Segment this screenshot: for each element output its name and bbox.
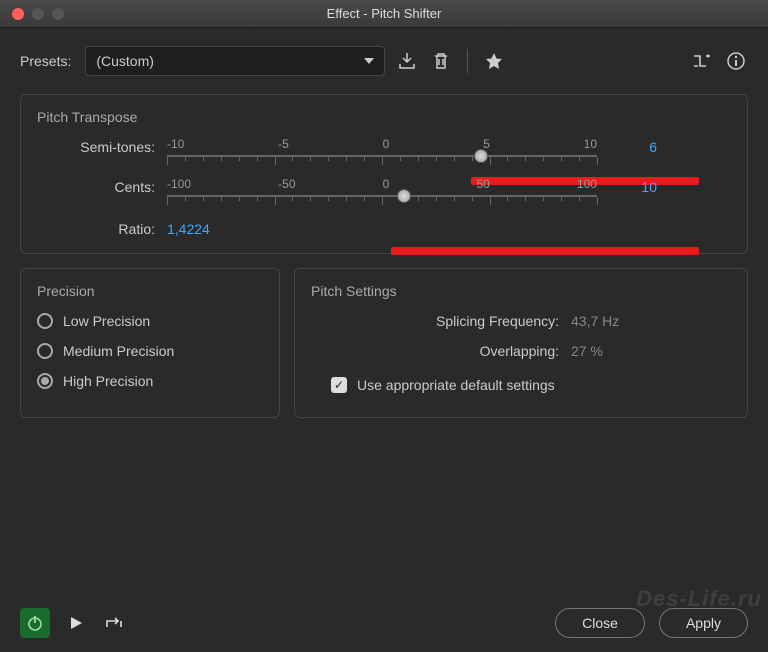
bottom-bar: Close Apply <box>20 608 748 638</box>
pitch-transpose-title: Pitch Transpose <box>37 109 731 125</box>
cents-value[interactable]: 10 <box>597 179 657 195</box>
presets-value: (Custom) <box>96 53 154 69</box>
ratio-label: Ratio: <box>37 221 167 237</box>
apply-button[interactable]: Apply <box>659 608 748 638</box>
close-window-icon[interactable] <box>12 8 24 20</box>
presets-label: Presets: <box>20 53 71 69</box>
info-icon[interactable] <box>724 49 748 73</box>
play-icon[interactable] <box>64 611 88 635</box>
semitones-label: Semi-tones: <box>37 139 167 155</box>
radio-icon <box>37 343 53 359</box>
radio-icon <box>37 313 53 329</box>
ratio-value[interactable]: 1,4224 <box>167 221 210 237</box>
cents-row: Cents: -100 -50 0 50 100 10 <box>37 177 731 197</box>
close-button[interactable]: Close <box>555 608 645 638</box>
semitones-value[interactable]: 6 <box>597 139 657 155</box>
presets-dropdown[interactable]: (Custom) <box>85 46 385 76</box>
chevron-down-icon <box>364 58 374 64</box>
favorite-star-icon[interactable] <box>482 49 506 73</box>
splicing-value[interactable]: 43,7 Hz <box>571 313 619 329</box>
medium-precision-radio[interactable]: Medium Precision <box>37 343 263 359</box>
splicing-label: Splicing Frequency: <box>311 313 571 329</box>
window-title: Effect - Pitch Shifter <box>327 6 442 21</box>
overlap-row: Overlapping: 27 % <box>311 343 731 359</box>
low-precision-radio[interactable]: Low Precision <box>37 313 263 329</box>
loop-icon[interactable] <box>102 611 126 635</box>
splicing-row: Splicing Frequency: 43,7 Hz <box>311 313 731 329</box>
power-button[interactable] <box>20 608 50 638</box>
defaults-checkbox[interactable]: ✓ Use appropriate default settings <box>311 377 731 393</box>
semitones-row: Semi-tones: -10 -5 0 5 10 6 <box>37 137 731 157</box>
annotation-bar <box>391 247 699 255</box>
overlap-label: Overlapping: <box>311 343 571 359</box>
title-bar: Effect - Pitch Shifter <box>0 0 768 28</box>
zoom-window-icon[interactable] <box>52 8 64 20</box>
precision-group: Precision Low Precision Medium Precision… <box>20 268 280 418</box>
ratio-row: Ratio: 1,4224 <box>37 221 731 237</box>
toolbar-divider <box>467 49 468 73</box>
trash-icon[interactable] <box>429 49 453 73</box>
pitch-transpose-group: Pitch Transpose Semi-tones: -10 -5 0 5 1… <box>20 94 748 254</box>
precision-title: Precision <box>37 283 263 299</box>
pitch-settings-group: Pitch Settings Splicing Frequency: 43,7 … <box>294 268 748 418</box>
overlap-value[interactable]: 27 % <box>571 343 603 359</box>
minimize-window-icon[interactable] <box>32 8 44 20</box>
high-precision-radio[interactable]: High Precision <box>37 373 263 389</box>
routing-icon[interactable] <box>690 49 714 73</box>
pitch-settings-title: Pitch Settings <box>311 283 731 299</box>
semitones-slider[interactable]: -10 -5 0 5 10 <box>167 137 597 157</box>
radio-icon <box>37 373 53 389</box>
watermark: Des-Life.ru <box>636 586 762 612</box>
checkbox-icon: ✓ <box>331 377 347 393</box>
window-controls <box>0 8 64 20</box>
preset-row: Presets: (Custom) <box>20 46 748 76</box>
cents-slider[interactable]: -100 -50 0 50 100 <box>167 177 597 197</box>
cents-label: Cents: <box>37 179 167 195</box>
save-preset-icon[interactable] <box>395 49 419 73</box>
